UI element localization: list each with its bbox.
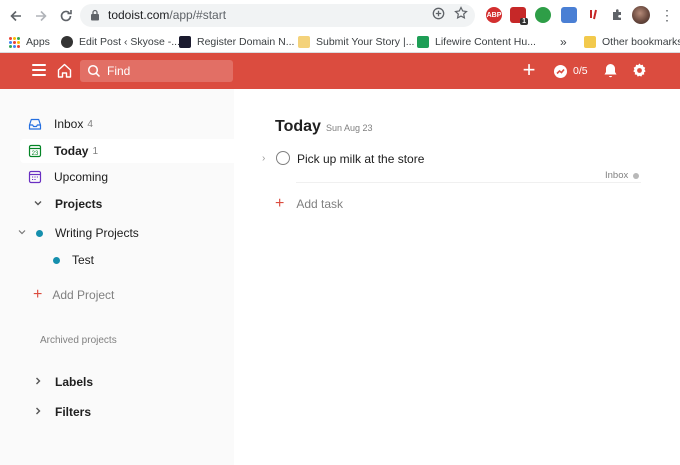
sidebar-item-today[interactable]: 23 Today 1 xyxy=(28,139,98,163)
karma-icon xyxy=(554,64,567,78)
sidebar: Inbox 4 23 Today 1 Upcoming Projects Writi… xyxy=(0,89,234,465)
home-icon[interactable] xyxy=(56,62,73,79)
calendar-today-icon: 23 xyxy=(28,144,42,158)
page-title: Today Sun Aug 23 xyxy=(275,118,372,136)
wordpress-icon xyxy=(61,36,73,48)
chevron-down-icon xyxy=(33,198,43,211)
filters-section-header[interactable]: Filters xyxy=(33,400,91,424)
project-color-dot xyxy=(36,229,43,237)
task-drag-handle-icon[interactable]: › xyxy=(262,153,265,164)
menu-icon[interactable] xyxy=(32,64,46,76)
url-text: todoist.com/app/#start xyxy=(108,8,227,22)
bookmark-apps[interactable]: Apps xyxy=(9,34,50,50)
bookmark-edit-post[interactable]: Edit Post ‹ Skyose -... xyxy=(61,34,180,50)
task-title[interactable]: Pick up milk at the store xyxy=(297,152,424,166)
svg-text:23: 23 xyxy=(32,151,39,157)
bookmark-other[interactable]: Other bookmarks xyxy=(584,34,680,50)
calendar-upcoming-icon xyxy=(28,170,42,184)
browser-toolbar: todoist.com/app/#start ABP 1 ⋮ xyxy=(0,0,680,31)
lock-icon xyxy=(91,9,99,21)
plus-icon: + xyxy=(33,286,43,303)
bookmarks-bar: Apps Edit Post ‹ Skyose -... Register Do… xyxy=(0,31,680,53)
sidebar-project-writing-projects[interactable]: Writing Projects xyxy=(36,221,139,245)
add-project-button[interactable]: + Add Project xyxy=(33,285,114,305)
labels-section-header[interactable]: Labels xyxy=(33,370,93,394)
apps-grid-icon xyxy=(9,36,20,48)
inbox-color-dot xyxy=(633,172,640,179)
chevron-right-icon xyxy=(33,406,43,419)
search-input[interactable] xyxy=(107,62,227,80)
chevron-right-icon xyxy=(33,376,43,389)
archived-projects-link[interactable]: Archived projects xyxy=(40,335,117,346)
inbox-icon xyxy=(28,118,42,130)
evernote-extension-icon[interactable] xyxy=(535,7,551,23)
bookmarks-overflow-button[interactable]: » xyxy=(560,34,567,50)
reload-icon[interactable] xyxy=(55,5,77,27)
forward-arrow-icon[interactable] xyxy=(30,5,52,27)
task-divider xyxy=(296,182,641,183)
projects-section-header[interactable]: Projects xyxy=(33,192,102,216)
bell-icon[interactable] xyxy=(602,62,619,79)
plus-icon: + xyxy=(275,195,285,212)
task-checkbox[interactable] xyxy=(276,151,290,165)
task-project-label[interactable]: Inbox xyxy=(605,170,640,181)
project-color-dot xyxy=(53,256,60,264)
page-title-text: Today xyxy=(275,118,321,135)
page-date: Sun Aug 23 xyxy=(325,123,373,133)
search-icon xyxy=(87,64,101,78)
bookmark-lifewire[interactable]: Lifewire Content Hu... xyxy=(417,34,536,50)
folder-icon xyxy=(584,36,596,48)
bookmark-register-domain[interactable]: Register Domain N... xyxy=(179,34,294,50)
quick-add-icon[interactable]: + xyxy=(520,59,538,81)
install-app-icon[interactable] xyxy=(430,7,446,23)
dropper-extension-icon[interactable] xyxy=(586,7,602,23)
bookmark-star-icon[interactable] xyxy=(453,6,469,22)
karma-progress: 0/5 xyxy=(573,65,588,77)
browser-menu-icon[interactable]: ⋮ xyxy=(660,6,674,24)
add-task-button[interactable]: + Add task xyxy=(275,195,343,212)
adblock-extension-icon[interactable]: ABP xyxy=(486,7,502,23)
productivity-button[interactable]: 0/5 xyxy=(553,62,588,80)
domain-site-icon xyxy=(179,36,191,48)
sheets-icon xyxy=(417,36,429,48)
gear-icon[interactable] xyxy=(631,62,648,79)
bookmark-submit-story[interactable]: Submit Your Story |... xyxy=(298,34,414,50)
sidebar-project-test[interactable]: Test xyxy=(53,248,94,272)
search-box[interactable] xyxy=(80,60,233,82)
sidebar-item-inbox[interactable]: Inbox 4 xyxy=(28,112,93,136)
profile-avatar[interactable] xyxy=(632,6,650,24)
address-bar[interactable]: todoist.com/app/#start xyxy=(80,4,475,27)
extensions-puzzle-icon[interactable] xyxy=(609,7,625,23)
story-site-icon xyxy=(298,36,310,48)
sidebar-item-upcoming[interactable]: Upcoming xyxy=(28,165,108,189)
back-arrow-icon[interactable] xyxy=(5,5,27,27)
extension-badge-icon[interactable]: 1 xyxy=(510,7,528,25)
project-collapse-chevron-icon[interactable] xyxy=(17,227,27,237)
screen-capture-extension-icon[interactable] xyxy=(561,7,577,23)
app-header: + 0/5 xyxy=(0,53,680,89)
